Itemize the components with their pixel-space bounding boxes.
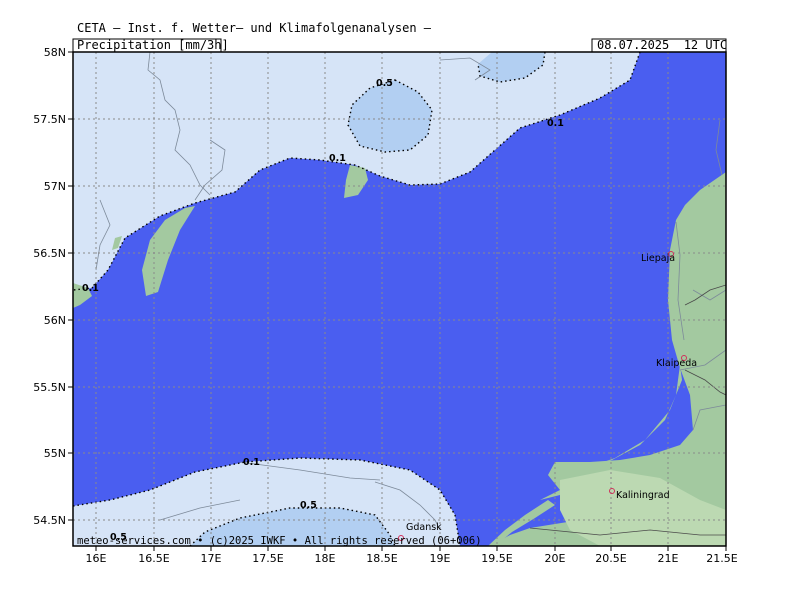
lon-tick-label: 20.5E (595, 552, 626, 565)
contour-label: 0.1 (547, 118, 564, 129)
lon-tick-label: 17.5E (252, 552, 283, 565)
longitude-labels: 16E 16.5E 17E 17.5E 18E 18.5E 19E 19.5E … (86, 552, 738, 565)
lat-tick-label: 56N (44, 314, 66, 327)
map-layers (73, 52, 726, 546)
lon-tick-label: 19E (430, 552, 451, 565)
lon-tick-label: 21E (658, 552, 679, 565)
contour-label: 0.1 (329, 153, 346, 164)
lat-tick-label: 55.5N (33, 381, 66, 394)
copyright-footer: meteo-services.com • (c)2025 IWKF • All … (77, 535, 482, 547)
lon-tick-label: 21.5E (706, 552, 737, 565)
lon-tick-label: 16.5E (138, 552, 169, 565)
contour-label: 0.1 (243, 457, 260, 468)
lat-tick-label: 57N (44, 180, 66, 193)
lat-tick-label: 54.5N (33, 514, 66, 527)
city-label-kaliningrad: Kaliningrad (616, 490, 670, 501)
lon-tick-label: 19.5E (481, 552, 512, 565)
contour-label: 0.1 (82, 283, 99, 294)
city-label-liepaja: Liepaja (641, 253, 675, 264)
lat-tick-label: 56.5N (33, 247, 66, 260)
latitude-labels: 58N 57.5N 57N 56.5N 56N 55.5N 55N 54.5N (33, 46, 66, 527)
field-label: Precipitation [mm/3h] (77, 38, 229, 52)
lon-tick-label: 18.5E (366, 552, 397, 565)
lat-tick-label: 58N (44, 46, 66, 59)
precipitation-map: 0.5 0.1 0.1 0.1 0.1 0.5 0.5 Liepaja Klai… (33, 38, 738, 565)
valid-time: 08.07.2025 12 UTC (597, 38, 727, 52)
lon-tick-label: 20E (545, 552, 566, 565)
lat-tick-label: 57.5N (33, 113, 66, 126)
lon-tick-label: 16E (86, 552, 107, 565)
city-label-gdansk: Gdansk (406, 522, 442, 533)
lon-tick-label: 17E (201, 552, 222, 565)
lat-tick-label: 55N (44, 447, 66, 460)
city-label-klaipeda: Klaipeda (656, 358, 697, 369)
contour-label: 0.5 (376, 78, 393, 89)
contour-label: 0.5 (300, 500, 317, 511)
lon-tick-label: 18E (315, 552, 336, 565)
